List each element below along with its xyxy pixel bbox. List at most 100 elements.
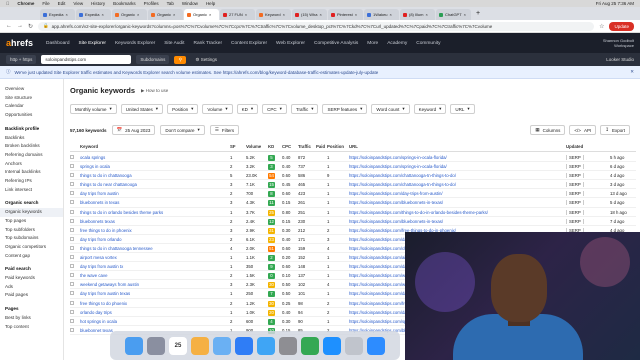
cell-kw[interactable]: things to do in chattanooga tennessee xyxy=(80,246,225,251)
filter-chip[interactable]: Word count ▾ xyxy=(371,104,410,114)
browser-tab[interactable]: ChatGPT × xyxy=(436,9,471,20)
tab-close-icon[interactable]: × xyxy=(355,12,357,17)
menu-item-view[interactable]: View xyxy=(73,1,83,6)
cell-kw[interactable]: springs in ocala xyxy=(80,164,225,169)
row-checkbox[interactable] xyxy=(70,282,74,287)
nav-item-dashboard[interactable]: Dashboard xyxy=(46,41,69,46)
cell-kw[interactable]: bluebonnets in texas xyxy=(80,200,225,205)
cell-kw[interactable]: things to do near chattanooga xyxy=(80,182,225,187)
sidebar-item[interactable]: Organic competitors xyxy=(5,243,58,252)
cell-serp[interactable]: SERP xyxy=(566,164,584,170)
row-checkbox[interactable] xyxy=(70,200,74,205)
serp-button[interactable]: SERP xyxy=(566,173,584,179)
nav-item-web-explorer[interactable]: Web Explorer xyxy=(276,41,305,46)
table-row[interactable]: things to do in orlando besides theme pa… xyxy=(70,208,636,217)
dock-app-launchpad-icon[interactable] xyxy=(147,336,165,355)
sidebar-item[interactable]: Site structure xyxy=(5,94,58,103)
row-checkbox[interactable] xyxy=(70,245,74,250)
sidebar-item[interactable]: Top subfolders xyxy=(5,226,58,235)
filter-chip[interactable]: URL ▾ xyxy=(450,104,475,114)
column-header-traffic[interactable]: Traffic xyxy=(298,144,311,149)
user-menu[interactable]: Shannon Godbolt Workspace xyxy=(603,38,634,48)
cell-url[interactable]: https://soloinpandstips.com/things-to-do… xyxy=(349,210,549,215)
row-checkbox[interactable] xyxy=(70,182,74,187)
nav-item-site-explorer[interactable]: Site Explorer xyxy=(79,41,106,46)
browser-tab[interactable]: Expedia × xyxy=(40,9,75,20)
row-checkbox[interactable] xyxy=(70,309,74,314)
column-header-volume[interactable]: Volume xyxy=(246,144,261,149)
browser-tab[interactable]: Pinterest × xyxy=(328,9,363,20)
cell-kw[interactable]: hot springs in ocala xyxy=(80,319,225,324)
forward-icon[interactable]: → xyxy=(17,23,23,29)
browser-update-button[interactable]: Update xyxy=(609,21,634,31)
serp-button[interactable]: SERP xyxy=(566,200,584,206)
cell-serp[interactable]: SERP xyxy=(566,173,584,179)
cell-url[interactable]: https://soloinpandstips.com/chattanooga-… xyxy=(349,182,549,187)
settings-link[interactable]: ⚙ Settings xyxy=(195,57,217,63)
browser-tab[interactable]: Organic × xyxy=(148,9,183,20)
browser-tab[interactable]: (8) Illum × xyxy=(400,9,435,20)
row-checkbox[interactable] xyxy=(70,191,74,196)
cell-url[interactable]: https://soloinpandstips.com/day-trips-fr… xyxy=(349,191,549,196)
tab-close-icon[interactable]: × xyxy=(245,12,247,17)
menu-item-help[interactable]: Help xyxy=(206,1,215,6)
cell-kw[interactable]: day trips from austin tx xyxy=(80,264,225,269)
cell-kw[interactable]: weekend getaways from austin xyxy=(80,282,225,287)
column-header-url[interactable]: URL xyxy=(349,144,358,149)
sidebar-item[interactable]: Overview xyxy=(5,85,58,94)
browser-tab[interactable]: Expedia × xyxy=(76,9,111,20)
row-checkbox[interactable] xyxy=(70,155,74,159)
filter-chip[interactable]: Position ▾ xyxy=(167,104,199,114)
menu-item-edit[interactable]: Edit xyxy=(58,1,66,6)
dock-app-settings-icon[interactable] xyxy=(279,336,297,355)
nav-item-community[interactable]: Community xyxy=(416,41,440,46)
table-row[interactable]: things to do in chattanooga 5 23.0K 54 0.60 5… xyxy=(70,171,636,181)
sidebar-item[interactable]: Top content xyxy=(5,323,58,332)
cell-kw[interactable]: free things to do phoenix xyxy=(80,301,225,306)
row-checkbox[interactable] xyxy=(70,327,74,332)
tab-close-icon[interactable]: × xyxy=(390,12,392,17)
row-checkbox[interactable] xyxy=(70,173,74,178)
sidebar-item[interactable]: Top pages xyxy=(5,217,58,226)
date-picker[interactable]: 📅 25 Aug 2023 xyxy=(111,125,156,135)
cell-kw[interactable]: day trips from orlando xyxy=(80,237,225,242)
sidebar-item[interactable]: Internal backlinks xyxy=(5,168,58,177)
dock-app-keynote-icon[interactable] xyxy=(235,336,253,355)
row-checkbox[interactable] xyxy=(70,227,74,232)
filter-chip[interactable]: KD ▾ xyxy=(236,104,259,114)
browser-tab[interactable]: Keyword × xyxy=(256,9,291,20)
table-row[interactable]: bluebonnets in texas 3 4.3K 11 0.15 261 1 https… xyxy=(70,198,636,208)
browser-tab[interactable]: 27 FUN × xyxy=(220,9,255,20)
cell-serp[interactable]: SERP xyxy=(566,200,584,206)
sidebar-item[interactable]: Opportunities xyxy=(5,111,58,120)
nav-item-rank-tracker[interactable]: Rank Tracker xyxy=(194,41,223,46)
mode-select[interactable]: Subdomains xyxy=(136,55,170,64)
sidebar-item[interactable]: Referring IPs xyxy=(5,177,58,186)
back-icon[interactable]: ← xyxy=(6,23,12,29)
dock-app-chrome-icon[interactable] xyxy=(301,336,319,355)
cell-url[interactable]: https://soloinpandstips.com/springs-in-o… xyxy=(349,164,549,169)
tab-close-icon[interactable]: × xyxy=(209,12,211,17)
row-checkbox[interactable] xyxy=(70,318,74,323)
menu-item-window[interactable]: Window xyxy=(182,1,198,6)
row-checkbox[interactable] xyxy=(70,273,74,278)
dock-app-photos-icon[interactable] xyxy=(191,336,209,355)
dock-app-finder-icon[interactable] xyxy=(125,336,143,355)
serp-button[interactable]: SERP xyxy=(566,191,584,197)
protocol-select[interactable]: http + https xyxy=(6,55,37,64)
column-header-paid[interactable]: Paid xyxy=(316,144,325,149)
search-go-button[interactable]: ⚲ xyxy=(174,55,187,64)
cell-kw[interactable]: day trips from austin xyxy=(80,191,225,196)
tab-close-icon[interactable]: × xyxy=(283,12,285,17)
column-header-keyword[interactable]: Keyword xyxy=(80,144,98,149)
nav-item-academy[interactable]: Academy xyxy=(387,41,407,46)
browser-tab[interactable]: 1Wakeu × xyxy=(364,9,399,20)
new-tab-icon[interactable]: + xyxy=(476,10,480,17)
looker-studio-link[interactable]: Looker Studio xyxy=(606,57,634,62)
browser-tab[interactable]: (15) Wha × xyxy=(292,9,327,20)
cell-kw[interactable]: free things to do in phoenix xyxy=(80,228,225,233)
menu-item-history[interactable]: History xyxy=(91,1,105,6)
sidebar-item[interactable]: Top subdomains xyxy=(5,234,58,243)
sidebar-item[interactable]: Broken backlinks xyxy=(5,142,58,151)
cell-kw[interactable]: airport mesa vortex xyxy=(80,255,225,260)
